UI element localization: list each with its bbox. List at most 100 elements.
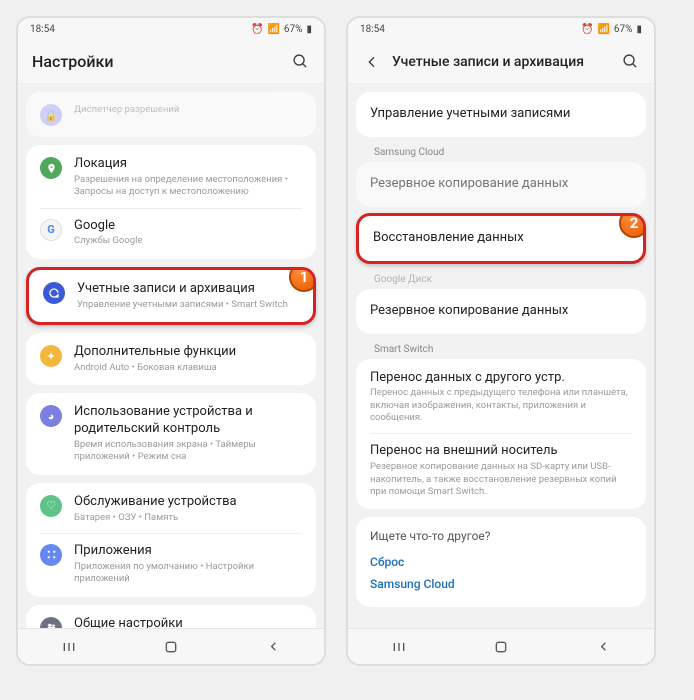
back-icon[interactable] bbox=[362, 52, 382, 72]
row-title: Использование устройства и родительский … bbox=[74, 404, 302, 438]
back-button[interactable] bbox=[258, 632, 288, 662]
row-title: Перенос на внешний носитель bbox=[370, 443, 632, 460]
callout-badge-1: 1 bbox=[289, 267, 316, 292]
recent-apps-button[interactable] bbox=[54, 632, 84, 662]
row-sub: Время использования экрана • Таймеры при… bbox=[74, 439, 302, 464]
settings-scroll[interactable]: 🔒 Диспетчер разрешений Локация Разрешени… bbox=[18, 84, 324, 628]
group-backup-cloud: Резервное копирование данных bbox=[356, 162, 646, 207]
recent-apps-button[interactable] bbox=[384, 632, 414, 662]
advanced-icon: ✦ bbox=[40, 345, 62, 367]
row-accounts-backup[interactable]: Учетные записи и архивация Управление уч… bbox=[29, 272, 313, 320]
row-device-care[interactable]: ♡ Обслуживание устройства Батарея • ОЗУ … bbox=[26, 485, 316, 533]
group-location: Локация Разрешения на определение местоп… bbox=[26, 145, 316, 259]
search-icon[interactable] bbox=[290, 52, 310, 72]
group-top: 🔒 Диспетчер разрешений bbox=[26, 92, 316, 137]
group-backup-drive: Резервное копирование данных bbox=[356, 289, 646, 334]
row-title: Управление учетными записями bbox=[370, 106, 570, 123]
privacy-icon: 🔒 bbox=[40, 104, 62, 126]
battery-pct: 67% bbox=[284, 24, 303, 35]
row-title: Локация bbox=[74, 156, 302, 173]
row-general[interactable]: Общие настройки Язык и клавиатура • Дата… bbox=[26, 607, 316, 628]
nav-bar bbox=[18, 628, 324, 664]
home-button[interactable] bbox=[156, 632, 186, 662]
row-transfer-device[interactable]: Перенос данных с другого устр. Перенос д… bbox=[356, 361, 646, 434]
group-manage: Управление учетными записями bbox=[356, 92, 646, 137]
group-usage: ◕ Использование устройства и родительски… bbox=[26, 393, 316, 474]
group-accounts-highlight: 1 Учетные записи и архивация Управление … bbox=[26, 267, 316, 325]
row-location[interactable]: Локация Разрешения на определение местоп… bbox=[26, 147, 316, 208]
nav-bar bbox=[348, 628, 654, 664]
sync-icon bbox=[43, 282, 65, 304]
wifi-icon: 📶 bbox=[597, 24, 609, 35]
page-title: Настройки bbox=[32, 52, 280, 71]
row-sub: Батарея • ОЗУ • Память bbox=[74, 512, 302, 524]
status-bar: 18:54 ⏰ 📶 67% ▮ bbox=[18, 18, 324, 40]
status-right: ⏰ 📶 67% ▮ bbox=[251, 24, 312, 35]
back-button[interactable] bbox=[588, 632, 618, 662]
accounts-header: Учетные записи и архивация bbox=[348, 40, 654, 84]
group-general: Общие настройки Язык и клавиатура • Дата… bbox=[26, 605, 316, 628]
google-icon: G bbox=[40, 219, 62, 241]
battery-icon: ▮ bbox=[636, 24, 642, 35]
apps-icon bbox=[40, 544, 62, 566]
location-icon bbox=[40, 157, 62, 179]
section-google-disk: Google Диск bbox=[356, 264, 646, 287]
home-button[interactable] bbox=[486, 632, 516, 662]
row-title: Восстановление данных bbox=[373, 230, 524, 247]
row-sub: Управление учетными записями • Smart Swi… bbox=[77, 299, 299, 311]
row-apps[interactable]: Приложения Приложения по умолчанию • Нас… bbox=[26, 534, 316, 595]
row-permissions[interactable]: 🔒 Диспетчер разрешений bbox=[26, 94, 316, 135]
row-backup-cloud[interactable]: Резервное копирование данных bbox=[356, 164, 646, 205]
link-samsung-cloud[interactable]: Samsung Cloud bbox=[370, 573, 632, 595]
search-icon[interactable] bbox=[620, 52, 640, 72]
row-title: Резервное копирование данных bbox=[370, 176, 568, 193]
group-extra: ✦ Дополнительные функции Android Auto • … bbox=[26, 333, 316, 385]
section-smart-switch: Smart Switch bbox=[356, 334, 646, 357]
phone-left: 18:54 ⏰ 📶 67% ▮ Настройки 🔒 Диспетчер ра… bbox=[16, 16, 326, 666]
row-sub: Диспетчер разрешений bbox=[74, 104, 302, 116]
link-reset[interactable]: Сброс bbox=[370, 551, 632, 573]
row-backup-drive[interactable]: Резервное копирование данных bbox=[356, 291, 646, 332]
row-sub: Android Auto • Боковая клавиша bbox=[74, 362, 302, 374]
callout-badge-2: 2 bbox=[619, 213, 646, 238]
status-time: 18:54 bbox=[30, 24, 55, 35]
battery-icon: ▮ bbox=[306, 24, 312, 35]
phone-right: 18:54 ⏰ 📶 67% ▮ Учетные записи и архивац… bbox=[346, 16, 656, 666]
row-sub: Приложения по умолчанию • Настройки прил… bbox=[74, 561, 302, 586]
row-digital-wellbeing[interactable]: ◕ Использование устройства и родительски… bbox=[26, 395, 316, 472]
page-title: Учетные записи и архивация bbox=[392, 54, 610, 70]
settings-header: Настройки bbox=[18, 40, 324, 84]
accounts-scroll[interactable]: Управление учетными записями Samsung Clo… bbox=[348, 84, 654, 628]
group-smart-switch: Перенос данных с другого устр. Перенос д… bbox=[356, 359, 646, 510]
row-sub: Резервное копирование данных на SD-карту… bbox=[370, 461, 632, 498]
row-extra-features[interactable]: ✦ Дополнительные функции Android Auto • … bbox=[26, 335, 316, 383]
row-google[interactable]: G Google Службы Google bbox=[26, 209, 316, 257]
wellbeing-icon: ◕ bbox=[40, 405, 62, 427]
looking-for-title: Ищете что-то другое? bbox=[370, 529, 632, 543]
group-restore-highlight: 2 Восстановление данных bbox=[356, 213, 646, 264]
general-icon bbox=[40, 617, 62, 628]
status-time: 18:54 bbox=[360, 24, 385, 35]
battery-pct: 67% bbox=[614, 24, 633, 35]
row-title: Приложения bbox=[74, 543, 302, 560]
row-sub: Перенос данных с предыдущего телефона ил… bbox=[370, 387, 632, 424]
row-title: Google bbox=[74, 218, 302, 235]
row-title: Общие настройки bbox=[74, 616, 302, 628]
row-manage-accounts[interactable]: Управление учетными записями bbox=[356, 94, 646, 135]
group-device: ♡ Обслуживание устройства Батарея • ОЗУ … bbox=[26, 483, 316, 597]
alarm-icon: ⏰ bbox=[251, 24, 263, 35]
row-sub: Разрешения на определение местоположения… bbox=[74, 174, 302, 199]
looking-for: Ищете что-то другое? Сброс Samsung Cloud bbox=[356, 517, 646, 607]
row-external-storage[interactable]: Перенос на внешний носитель Резервное ко… bbox=[356, 434, 646, 507]
status-right: ⏰ 📶 67% ▮ bbox=[581, 24, 642, 35]
wifi-icon: 📶 bbox=[267, 24, 279, 35]
row-sub: Службы Google bbox=[74, 235, 302, 247]
row-restore-data[interactable]: Восстановление данных bbox=[359, 218, 643, 259]
row-title: Обслуживание устройства bbox=[74, 494, 302, 511]
row-title: Дополнительные функции bbox=[74, 344, 302, 361]
section-samsung-cloud: Samsung Cloud bbox=[356, 137, 646, 160]
alarm-icon: ⏰ bbox=[581, 24, 593, 35]
row-title: Перенос данных с другого устр. bbox=[370, 370, 632, 387]
status-bar: 18:54 ⏰ 📶 67% ▮ bbox=[348, 18, 654, 40]
row-title: Резервное копирование данных bbox=[370, 303, 568, 320]
